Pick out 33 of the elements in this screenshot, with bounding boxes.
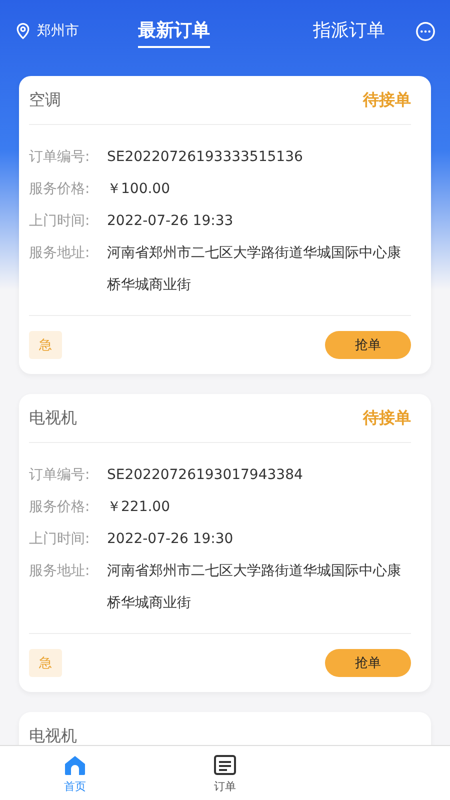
list-icon	[213, 752, 237, 776]
order-category: 空调	[29, 90, 61, 110]
order-status: 待接单	[363, 90, 411, 110]
grab-order-button[interactable]: 抢单	[325, 331, 411, 359]
field-label: 服务价格:	[29, 498, 91, 517]
grab-order-button[interactable]: 抢单	[325, 649, 411, 677]
order-category: 电视机	[29, 726, 77, 746]
order-tab[interactable]: 指派订单	[313, 14, 385, 48]
message-icon[interactable]	[415, 20, 436, 42]
field-label: 上门时间:	[29, 212, 91, 231]
field-label: 服务地址:	[29, 244, 91, 263]
field-value: 河南省郑州市二七区大学路街道华城国际中心康桥华城商业街	[107, 244, 402, 295]
field-label: 服务地址:	[29, 562, 91, 581]
urgent-tag: 急	[29, 331, 62, 359]
field-value: SE20220726193333515136	[107, 148, 303, 167]
field-value: ￥221.00	[107, 498, 170, 517]
city-label[interactable]: 郑州市	[37, 22, 79, 40]
field-value: 河南省郑州市二七区大学路街道华城国际中心康桥华城商业街	[107, 562, 402, 613]
tab-bar-item[interactable]: 首页	[0, 746, 150, 800]
field-value: 2022-07-26 19:33	[107, 212, 234, 231]
location-pin-icon	[14, 22, 32, 40]
field-value: SE20220726193017943384	[107, 466, 303, 485]
field-label: 订单编号:	[29, 148, 91, 167]
order-category: 电视机	[29, 408, 77, 428]
field-label: 上门时间:	[29, 530, 91, 549]
field-value: 2022-07-26 19:30	[107, 530, 234, 549]
order-status: 待接单	[363, 408, 411, 428]
field-label: 订单编号:	[29, 466, 91, 485]
field-label: 服务价格:	[29, 180, 91, 199]
order-tab[interactable]: 最新订单	[138, 14, 210, 48]
field-value: ￥100.00	[107, 180, 170, 199]
urgent-tag: 急	[29, 649, 62, 677]
tab-bar-item[interactable]: 订单	[150, 746, 300, 800]
